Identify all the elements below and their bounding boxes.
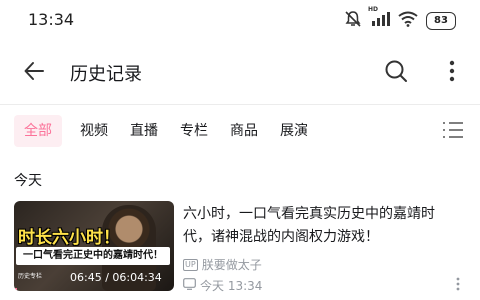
tab-goods[interactable]: 商品 [226,115,262,147]
watch-time: 今天 13:34 [200,279,263,293]
more-vertical-icon [456,276,460,295]
clock-icon [183,278,196,293]
video-thumbnail[interactable]: 时长六小时！ 一口气看完正史中的嘉靖时代！ 历史专栏 06:45 / 06:04… [14,201,174,291]
author-row[interactable]: UP 朕要做太子 [183,256,262,273]
page-title: 历史记录 [70,64,142,85]
more-button[interactable] [438,59,466,87]
mute-icon [344,10,362,32]
filter-list-button[interactable] [442,120,466,142]
header-divider [0,104,480,105]
tab-video[interactable]: 视频 [76,115,112,147]
status-time: 13:34 [28,10,75,29]
signal-icon: HD [368,6,390,31]
more-vertical-icon [449,60,455,86]
video-title[interactable]: 六小时，一口气看完真实历史中的嘉靖时代，诸神混战的内阁权力游戏！ [183,203,453,249]
search-button[interactable] [382,59,410,87]
wifi-icon [398,11,418,31]
status-icons: HD 83 [344,6,456,32]
thumbnail-title: 时长六小时！ [18,228,120,248]
status-bar: 13:34 HD 83 [0,0,480,42]
tab-show[interactable]: 展演 [276,115,312,147]
thumbnail-tag: 历史专栏 [18,273,43,280]
battery-icon: 83 [426,12,456,30]
tab-live[interactable]: 直播 [126,115,162,147]
network-label: HD [368,6,379,13]
back-button[interactable] [20,59,48,87]
thumbnail-subtitle: 一口气看完正史中的嘉靖时代！ [16,247,170,265]
header: 历史记录 [0,50,480,96]
item-more-button[interactable] [450,275,466,295]
watch-progress-text: 06:45 / 06:04:34 [70,271,162,284]
up-badge-icon: UP [183,258,198,271]
section-title-today: 今天 [14,173,42,189]
watch-progress-bar [14,288,18,291]
author-name: 朕要做太子 [201,258,262,272]
history-item[interactable]: 时长六小时！ 一口气看完正史中的嘉靖时代！ 历史专栏 06:45 / 06:04… [14,201,466,296]
back-arrow-icon [23,60,45,86]
tab-column[interactable]: 专栏 [176,115,212,147]
search-icon [384,59,408,87]
filter-list-icon [442,122,464,144]
filter-tabs: 全部 视频 直播 专栏 商品 展演 [14,115,312,147]
tab-all[interactable]: 全部 [14,115,62,147]
watch-time-row: 今天 13:34 [183,277,262,294]
